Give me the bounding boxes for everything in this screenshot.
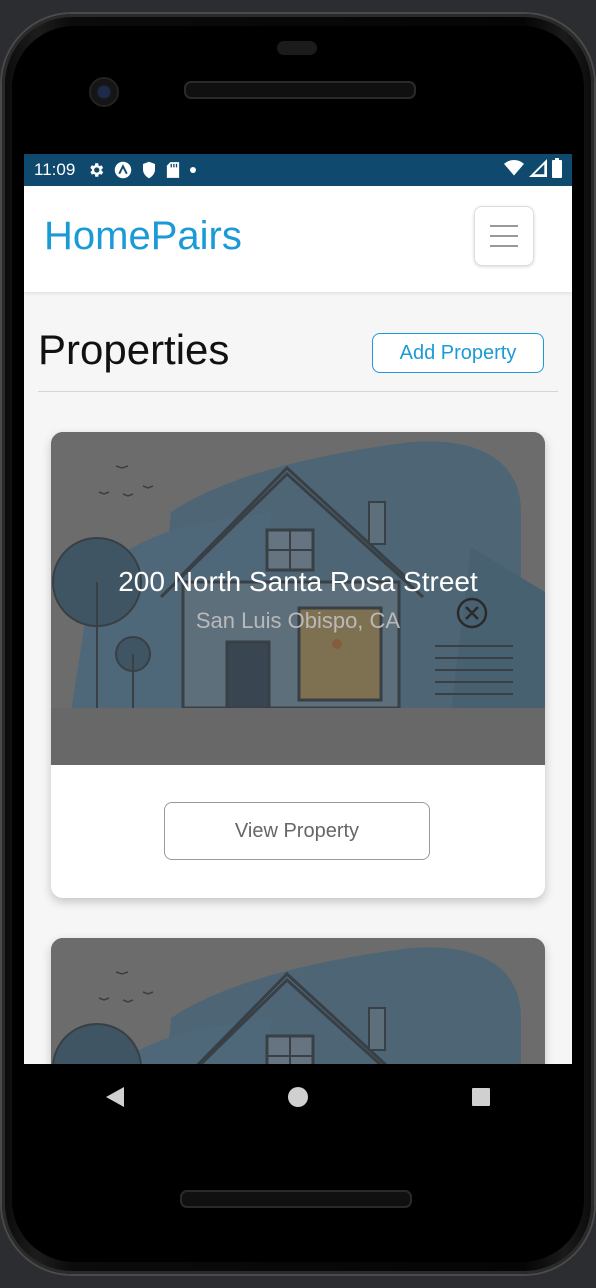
app-screen: 11:09 HomePairs Properties Add Property … bbox=[24, 154, 572, 1064]
recents-button[interactable] bbox=[451, 1072, 511, 1122]
back-button[interactable] bbox=[85, 1072, 145, 1122]
bottom-speaker bbox=[180, 1190, 412, 1208]
system-nav-bar bbox=[24, 1064, 572, 1130]
earpiece-slot bbox=[277, 41, 317, 55]
hamburger-icon bbox=[490, 225, 518, 247]
dot-icon bbox=[189, 166, 197, 174]
top-speaker bbox=[184, 81, 416, 99]
property-card: 200 North Santa Rosa Street San Luis Obi… bbox=[51, 432, 545, 898]
recents-square-icon bbox=[471, 1088, 490, 1106]
shield-icon bbox=[141, 161, 157, 179]
image-overlay bbox=[51, 938, 545, 1064]
property-image: 200 North Santa Rosa Street San Luis Obi… bbox=[51, 432, 545, 765]
property-card bbox=[51, 938, 545, 1064]
home-circle-icon bbox=[287, 1087, 308, 1107]
menu-button[interactable] bbox=[474, 206, 534, 266]
view-property-button[interactable]: View Property bbox=[164, 802, 430, 860]
property-image bbox=[51, 938, 545, 1064]
brand-title: HomePairs bbox=[44, 214, 242, 258]
home-button[interactable] bbox=[268, 1072, 328, 1122]
header-divider bbox=[38, 391, 558, 392]
front-camera bbox=[89, 77, 119, 107]
status-bar: 11:09 bbox=[24, 154, 572, 186]
sd-card-icon bbox=[166, 161, 180, 179]
page-title: Properties bbox=[38, 326, 230, 373]
signal-icon bbox=[529, 158, 547, 182]
battery-icon bbox=[552, 157, 562, 183]
close-circle-icon[interactable] bbox=[456, 597, 488, 629]
status-time: 11:09 bbox=[34, 160, 76, 179]
wifi-icon bbox=[504, 159, 524, 181]
app-a-icon bbox=[114, 161, 132, 179]
app-header: HomePairs bbox=[24, 186, 572, 292]
back-triangle-icon bbox=[106, 1087, 125, 1107]
add-property-button[interactable]: Add Property bbox=[372, 333, 544, 373]
gear-icon bbox=[87, 161, 105, 179]
property-address: 200 North Santa Rosa Street bbox=[118, 566, 478, 597]
